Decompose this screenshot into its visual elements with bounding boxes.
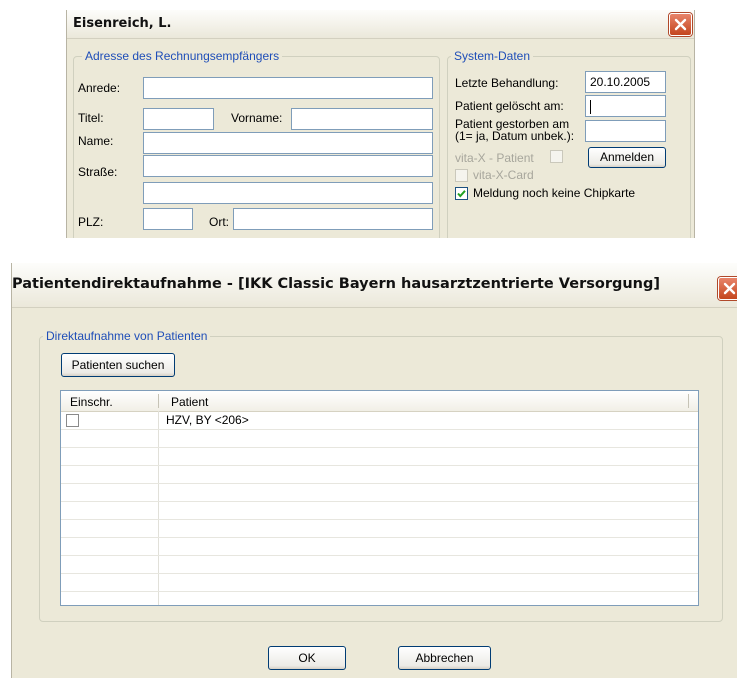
anrede-field[interactable]: [143, 77, 433, 99]
dialog-titlebar[interactable]: Patientendirektaufnahme - [IKK Classic B…: [12, 263, 737, 308]
row-patient: HZV, BY <206>: [166, 413, 249, 427]
dialog-title: Eisenreich, L.: [73, 16, 172, 31]
titel-label: Titel:: [78, 111, 104, 125]
close-button[interactable]: [669, 13, 692, 36]
row-gridline: [61, 501, 698, 502]
dialog-titlebar[interactable]: Eisenreich, L.: [67, 10, 694, 39]
vorname-label: Vorname:: [231, 111, 283, 125]
ok-button[interactable]: OK: [268, 646, 346, 670]
plz-label: PLZ:: [78, 215, 104, 229]
meldung-label: Meldung noch keine Chipkarte: [473, 186, 636, 200]
vitax-card-label: vita-X-Card: [473, 168, 534, 182]
dialog-title: Patientendirektaufnahme - [IKK Classic B…: [12, 276, 660, 292]
table-header: Einschr. Patient: [61, 391, 698, 412]
titel-field[interactable]: [143, 108, 214, 130]
row-gridline: [61, 537, 698, 538]
gestorben-label: Patient gestorben am (1= ja, Datum unbek…: [455, 118, 574, 142]
direct-group-label: Direktaufnahme von Patienten: [43, 329, 211, 343]
patients-table[interactable]: Einschr. Patient HZV, BY <206>: [60, 390, 699, 606]
name-label: Name:: [78, 134, 114, 148]
patient-dialog: Eisenreich, L. Adresse des Rechnungsempf…: [66, 10, 695, 238]
table-row[interactable]: HZV, BY <206>: [61, 412, 698, 429]
close-button[interactable]: [718, 277, 737, 300]
anrede-label: Anrede:: [78, 81, 121, 95]
row-gridline: [61, 465, 698, 466]
geloescht-field[interactable]: [585, 95, 666, 117]
row-checkbox[interactable]: [66, 414, 79, 427]
column-divider[interactable]: [688, 394, 689, 408]
search-patients-button[interactable]: Patienten suchen: [61, 353, 175, 377]
close-x-icon: [723, 282, 736, 295]
cancel-button[interactable]: Abbrechen: [398, 646, 491, 670]
strasse-field[interactable]: [143, 155, 433, 177]
gestorben-field[interactable]: [585, 120, 666, 142]
row-gridline: [61, 573, 698, 574]
ort-label: Ort:: [209, 215, 229, 229]
text-cursor: [590, 99, 591, 114]
vitax-patient-label: vita-X - Patient: [455, 151, 534, 165]
vorname-field[interactable]: [291, 108, 433, 130]
gestorben-label-line2: (1= ja, Datum unbek.):: [455, 129, 575, 143]
row-gridline: [61, 591, 698, 592]
geloescht-label: Patient gelöscht am:: [455, 99, 564, 113]
system-group-label: System-Daten: [451, 49, 534, 63]
ort-field[interactable]: [233, 208, 433, 230]
vitax-card-checkbox[interactable]: [455, 169, 468, 182]
strasse-label: Straße:: [78, 165, 118, 179]
row-gridline: [61, 429, 698, 430]
meldung-checkbox[interactable]: [455, 187, 468, 200]
row-gridline: [61, 483, 698, 484]
row-gridline: [61, 555, 698, 556]
vitax-patient-checkbox[interactable]: [550, 150, 563, 163]
row-gridline: [61, 519, 698, 520]
column-header-patient[interactable]: Patient: [171, 395, 208, 409]
column-divider[interactable]: [158, 394, 159, 408]
letzte-behandlung-label: Letzte Behandlung:: [455, 76, 559, 90]
letzte-behandlung-field[interactable]: 20.10.2005: [585, 71, 666, 93]
plz-field[interactable]: [143, 208, 193, 230]
close-x-icon: [674, 18, 687, 31]
column-gridline: [158, 411, 159, 605]
row-gridline: [61, 447, 698, 448]
anmelden-button[interactable]: Anmelden: [588, 147, 666, 168]
address-group-label: Adresse des Rechnungsempfängers: [82, 49, 283, 63]
direct-admission-dialog: Patientendirektaufnahme - [IKK Classic B…: [11, 263, 737, 678]
strasse-field-2[interactable]: [143, 182, 433, 204]
name-field[interactable]: [143, 132, 433, 154]
column-header-einschr[interactable]: Einschr.: [70, 395, 113, 409]
checkmark-icon: [457, 190, 466, 198]
